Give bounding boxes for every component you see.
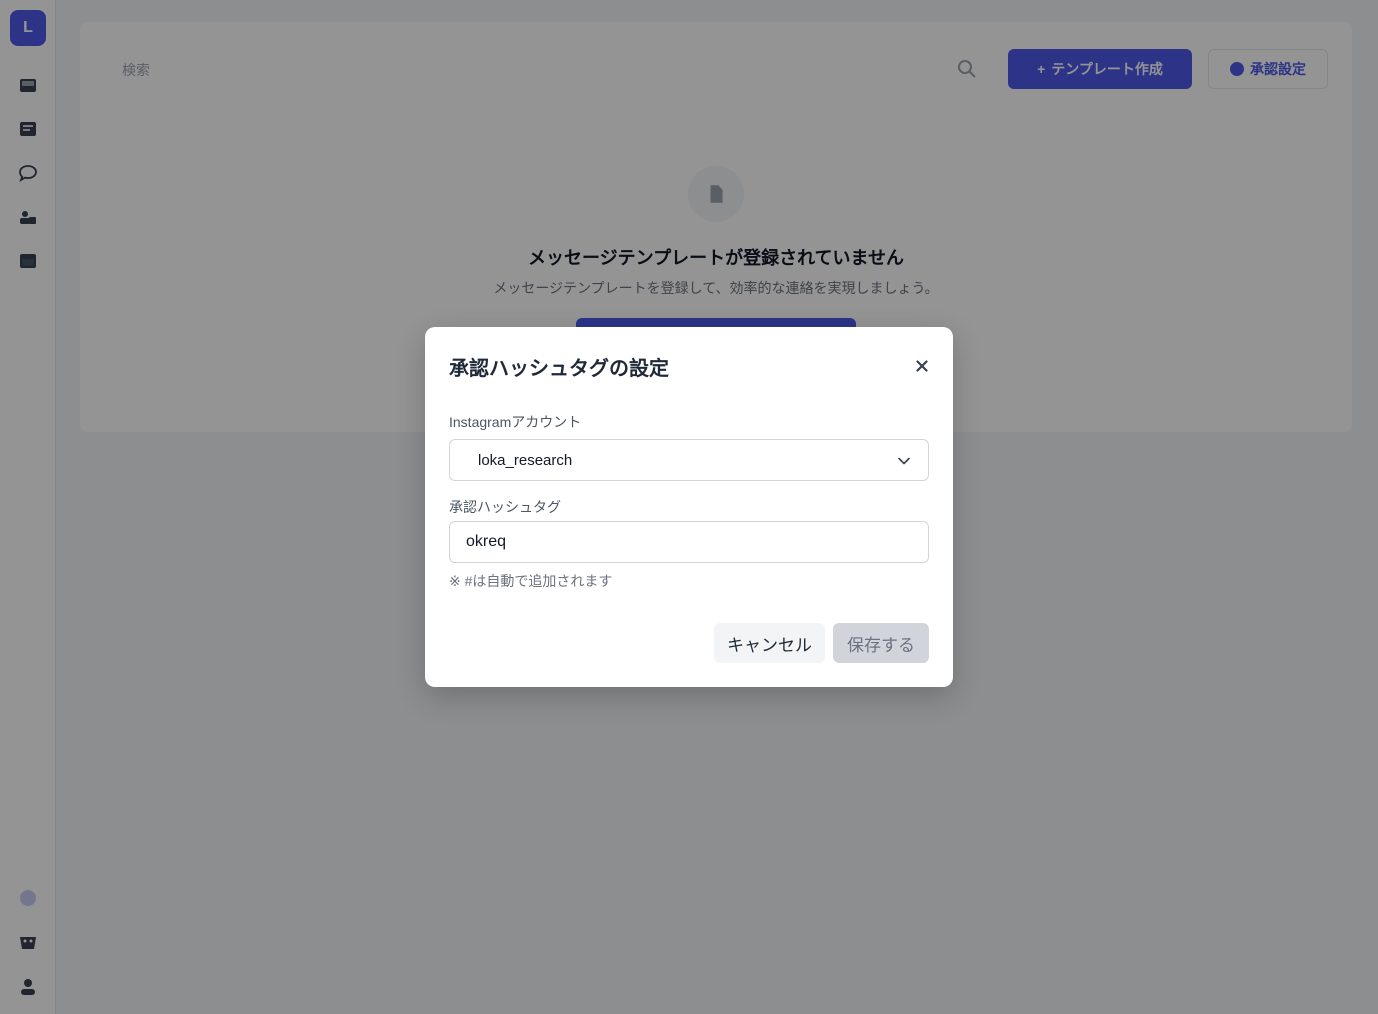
chevron-down-icon xyxy=(898,457,910,465)
hashtag-settings-dialog: 承認ハッシュタグの設定 Instagramアカウント loka_research… xyxy=(425,327,953,687)
account-select-value: loka_research xyxy=(478,451,573,469)
hashtag-label: 承認ハッシュタグ xyxy=(449,499,561,515)
dialog-title: 承認ハッシュタグの設定 xyxy=(449,358,669,380)
account-select[interactable]: loka_research xyxy=(449,439,929,481)
hashtag-input[interactable] xyxy=(449,521,929,563)
cancel-button[interactable]: キャンセル xyxy=(714,623,825,663)
save-button[interactable]: 保存する xyxy=(833,623,929,663)
hashtag-hint: ※ #は自動で追加されます xyxy=(449,573,613,589)
account-label: Instagramアカウント xyxy=(449,414,582,430)
close-icon[interactable] xyxy=(911,355,933,377)
